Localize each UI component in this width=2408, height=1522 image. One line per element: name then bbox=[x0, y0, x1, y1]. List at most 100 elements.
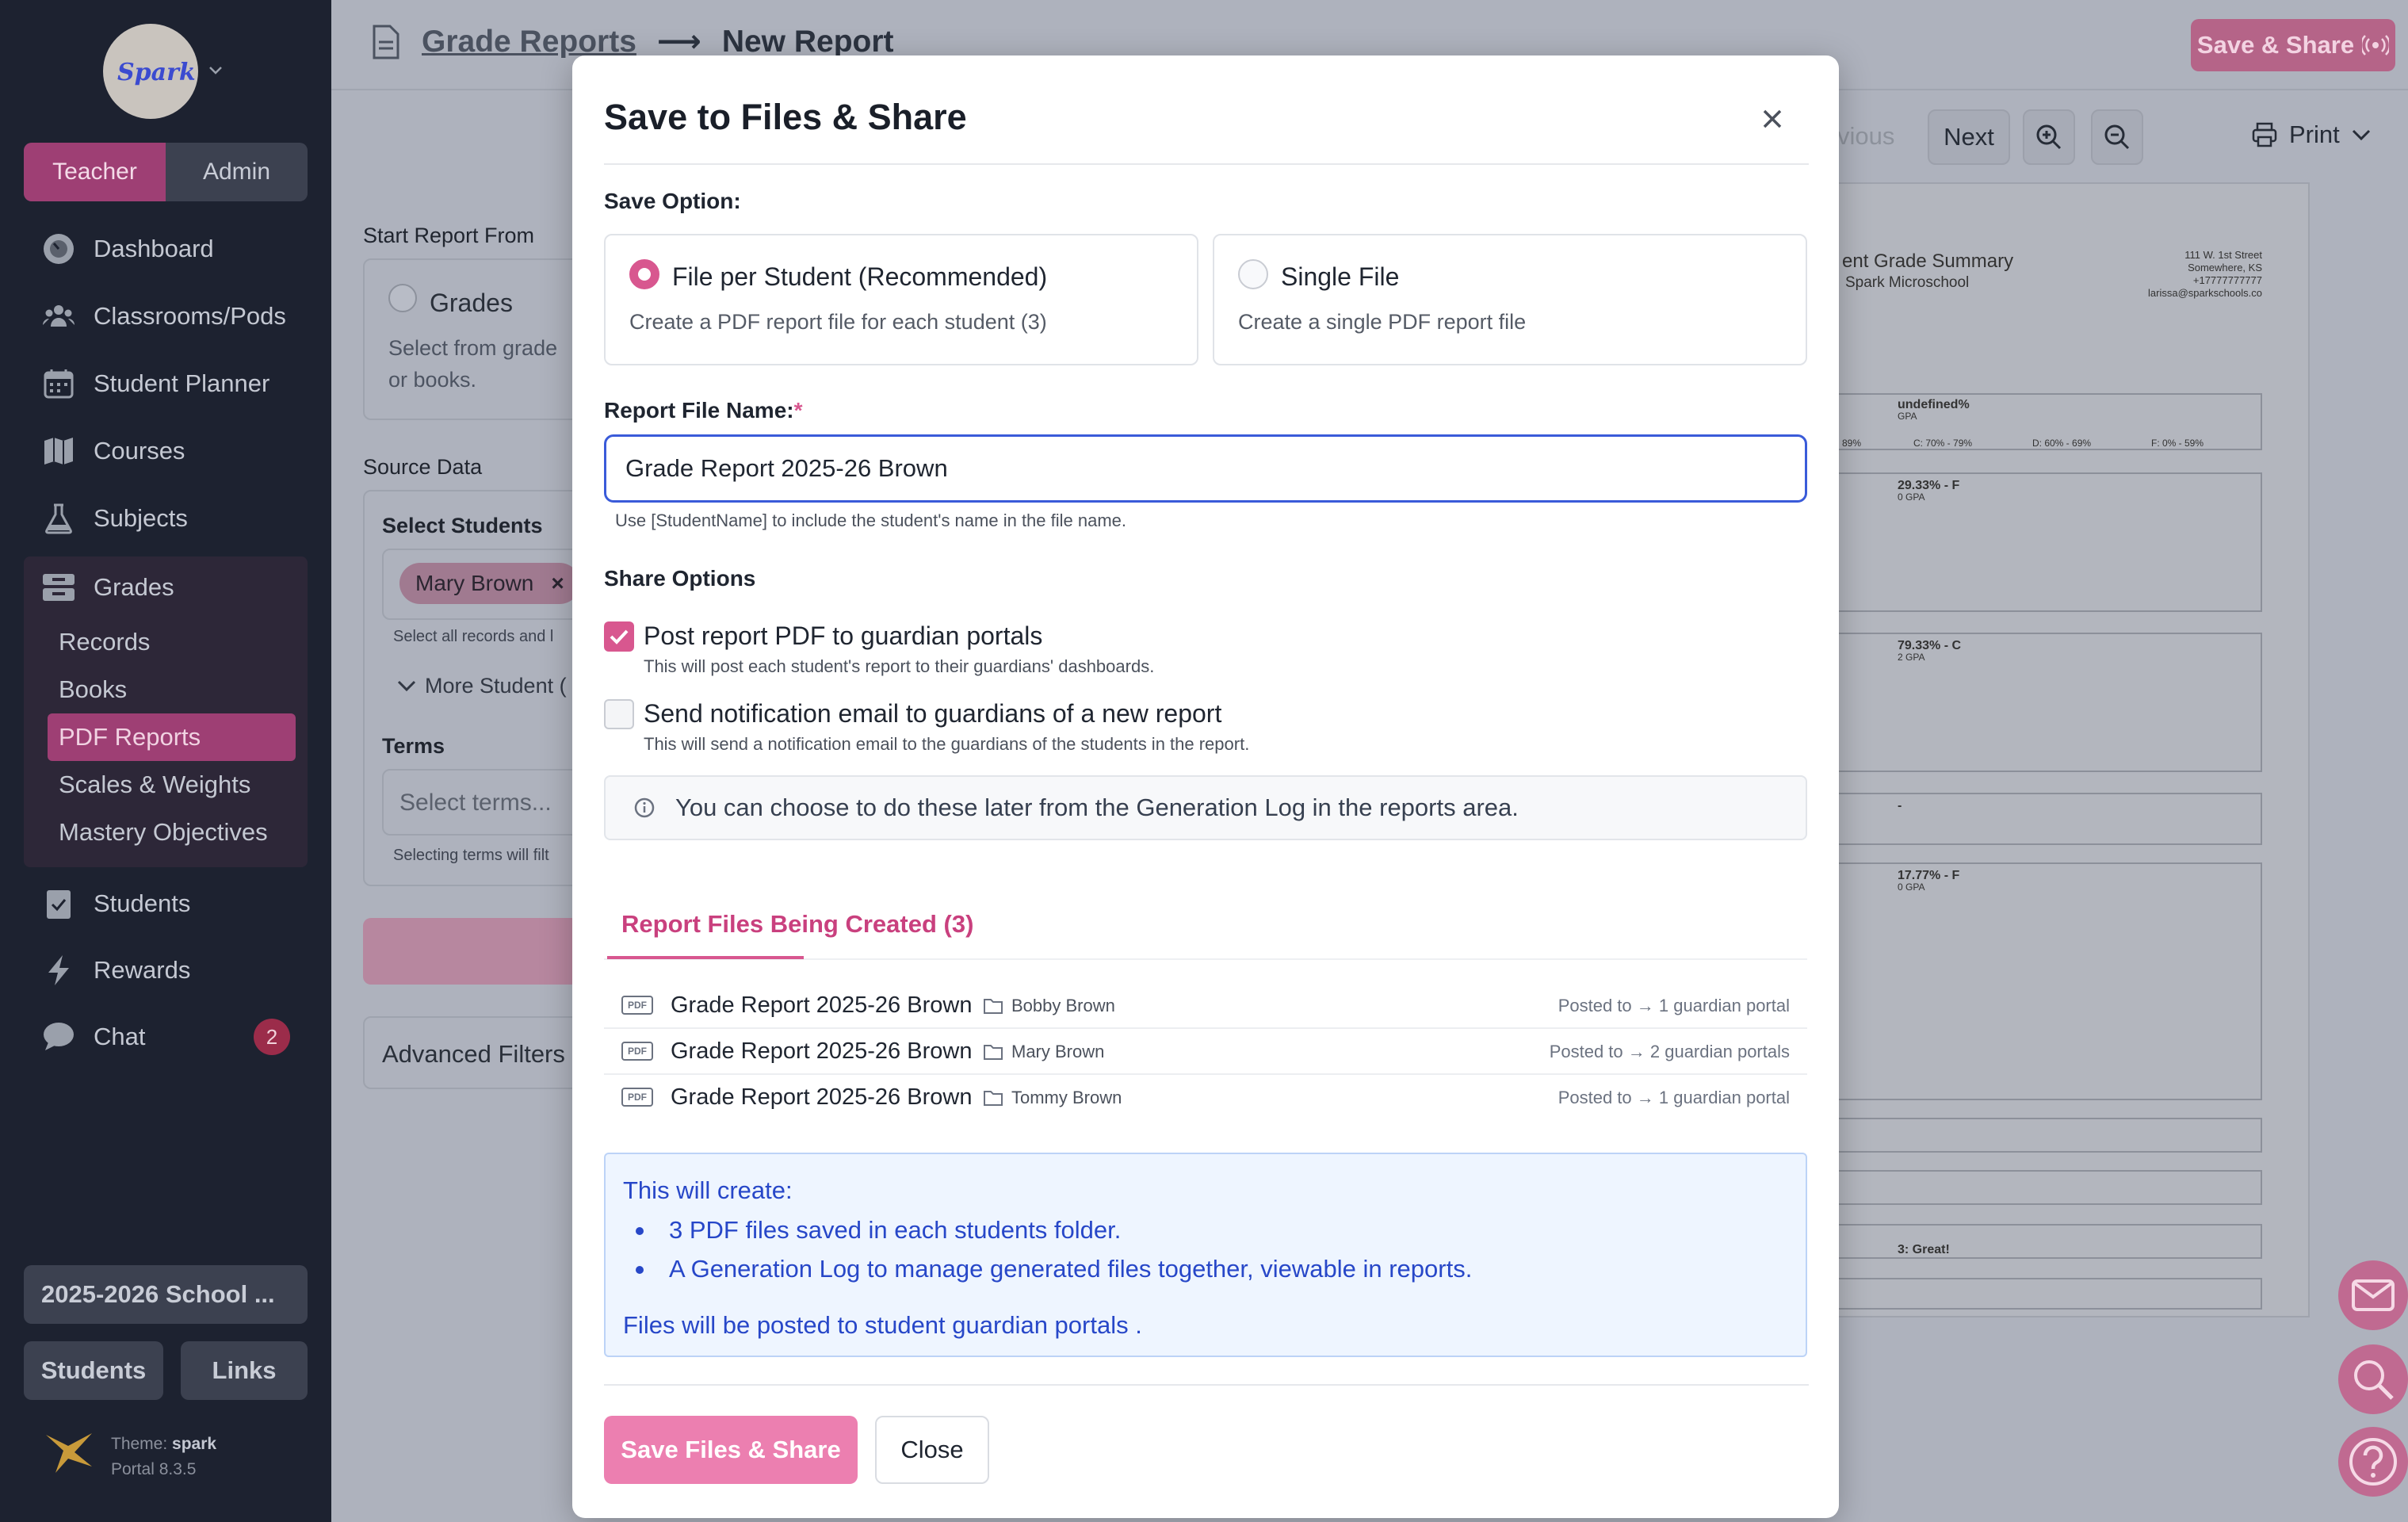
bullet-dot bbox=[636, 1227, 644, 1235]
school-year-selector[interactable]: 2025-2026 School ... bbox=[24, 1265, 308, 1324]
radio-file-per-student[interactable] bbox=[629, 259, 659, 289]
links-button[interactable]: Links bbox=[181, 1341, 308, 1400]
file-posted-status: Posted to → 1 guardian portal bbox=[1558, 1088, 1790, 1107]
nav-label: Grades bbox=[94, 573, 174, 601]
option-file-per-student[interactable]: File per Student (Recommended) Create a … bbox=[604, 234, 1198, 365]
grades-sub-scales-weights[interactable]: Scales & Weights bbox=[59, 771, 250, 799]
theme-name: spark bbox=[172, 1435, 217, 1453]
grades-option-desc-1: Select from grade bbox=[388, 336, 558, 360]
breadcrumb-current: New Report bbox=[721, 24, 894, 59]
students-button[interactable]: Students bbox=[24, 1341, 163, 1400]
nav-label: Subjects bbox=[94, 504, 188, 532]
option-single-file[interactable]: Single File Create a single PDF report f… bbox=[1213, 234, 1807, 365]
preview-address-line: larissa@sparkschools.co bbox=[2148, 287, 2262, 299]
file-row: PDF Grade Report 2025-26 Brown Tommy Bro… bbox=[604, 1075, 1807, 1121]
pdf-icon: PDF bbox=[621, 996, 653, 1015]
preview-scale: D: 60% - 69% bbox=[2032, 438, 2092, 449]
chevron-down-icon[interactable] bbox=[208, 62, 224, 78]
breadcrumb: Grade Reports ⟶ New Report bbox=[371, 24, 894, 59]
nav-dashboard[interactable]: Dashboard bbox=[41, 231, 214, 266]
save-files-share-button[interactable]: Save Files & Share bbox=[604, 1416, 858, 1484]
preview-title: ent Grade Summary bbox=[1842, 250, 2014, 272]
radio-single-file[interactable] bbox=[1238, 259, 1268, 289]
spark-theme-logo-icon bbox=[46, 1433, 92, 1473]
map-icon bbox=[41, 434, 76, 468]
top-save-share-button[interactable]: Save & Share bbox=[2191, 19, 2395, 71]
role-toggle: Teacher Admin bbox=[24, 143, 308, 201]
school-logo[interactable]: Spark bbox=[103, 24, 198, 119]
file-student: Tommy Brown bbox=[1011, 1088, 1122, 1107]
printer-icon bbox=[2252, 122, 2277, 147]
portal-version: Portal 8.3.5 bbox=[111, 1460, 197, 1478]
required-mark: * bbox=[793, 398, 803, 423]
preview-row bbox=[1837, 1278, 2262, 1310]
close-icon[interactable] bbox=[1756, 103, 1788, 135]
preview-school: Spark Microschool bbox=[1845, 274, 1970, 291]
print-label: Print bbox=[2289, 120, 2340, 148]
nav-grades[interactable]: Grades bbox=[41, 570, 174, 605]
preview-address-line: Somewhere, KS bbox=[2188, 262, 2262, 273]
select-students-label: Select Students bbox=[382, 514, 543, 537]
tab-report-files[interactable]: Report Files Being Created (3) bbox=[621, 910, 973, 939]
student-chip[interactable]: Mary Brown × bbox=[399, 563, 580, 604]
help-float-button[interactable] bbox=[2338, 1427, 2408, 1497]
bolt-icon bbox=[41, 953, 76, 988]
chip-remove-icon[interactable]: × bbox=[551, 571, 564, 596]
file-row: PDF Grade Report 2025-26 Brown Bobby Bro… bbox=[604, 983, 1807, 1029]
preview-row-pct: 3: Great! bbox=[1898, 1243, 1950, 1256]
next-button[interactable]: Next bbox=[1928, 109, 2010, 165]
search-icon bbox=[2354, 1360, 2394, 1400]
bullet-dot bbox=[636, 1266, 644, 1274]
option-file-per-student-desc: Create a PDF report file for each studen… bbox=[629, 310, 1047, 334]
theme-info: Theme: spark Portal 8.3.5 bbox=[111, 1432, 216, 1482]
nav-courses[interactable]: Courses bbox=[41, 434, 185, 468]
preview-row-gpa: 0 GPA bbox=[1898, 881, 1925, 893]
nav-chat[interactable]: Chat bbox=[41, 1019, 145, 1054]
notify-email-desc: This will send a notification email to t… bbox=[644, 734, 1250, 754]
print-menu[interactable]: Print bbox=[2251, 120, 2372, 149]
more-student-toggle[interactable]: More Student ( bbox=[396, 674, 567, 698]
notify-email-checkbox[interactable] bbox=[604, 699, 634, 729]
inbox-icon bbox=[41, 570, 76, 605]
check-icon bbox=[610, 629, 629, 644]
grades-option-label: Grades bbox=[430, 289, 513, 317]
grades-sub-pdf-reports[interactable]: PDF Reports bbox=[59, 723, 201, 751]
previous-button[interactable]: vious bbox=[1837, 122, 1894, 151]
grades-sub-books[interactable]: Books bbox=[59, 675, 127, 704]
nav-label: Students bbox=[94, 889, 191, 917]
grades-sub-records[interactable]: Records bbox=[59, 628, 150, 656]
nav-student-planner[interactable]: Student Planner bbox=[41, 366, 269, 401]
nav-classrooms[interactable]: Classrooms/Pods bbox=[41, 299, 286, 334]
role-admin-button[interactable]: Admin bbox=[166, 143, 308, 201]
zoom-out-button[interactable] bbox=[2091, 109, 2143, 165]
terms-hint: Selecting terms will filt bbox=[393, 847, 549, 864]
post-portal-label[interactable]: Post report PDF to guardian portals bbox=[644, 621, 1042, 651]
gauge-icon bbox=[41, 231, 76, 266]
close-button[interactable]: Close bbox=[875, 1416, 989, 1484]
nav-rewards[interactable]: Rewards bbox=[41, 953, 190, 988]
folder-icon bbox=[984, 1091, 1003, 1106]
nav-students[interactable]: Students bbox=[41, 886, 190, 921]
file-name: Grade Report 2025-26 Brown bbox=[671, 1038, 973, 1064]
notify-email-label[interactable]: Send notification email to guardians of … bbox=[644, 699, 1221, 728]
breadcrumb-grade-reports-link[interactable]: Grade Reports bbox=[422, 25, 636, 59]
info-icon bbox=[634, 797, 655, 818]
broadcast-icon bbox=[2362, 35, 2390, 55]
file-name-input[interactable]: Grade Report 2025-26 Brown bbox=[604, 434, 1807, 503]
zoom-in-button[interactable] bbox=[2023, 109, 2075, 165]
preview-address-line: +17777777777 bbox=[2192, 274, 2262, 286]
preview-scale: F: 0% - 59% bbox=[2151, 438, 2204, 449]
role-teacher-button[interactable]: Teacher bbox=[24, 143, 166, 201]
nav-label: Courses bbox=[94, 437, 185, 465]
post-portal-checkbox[interactable] bbox=[604, 621, 634, 652]
email-float-button[interactable] bbox=[2338, 1260, 2408, 1330]
nav-subjects[interactable]: Subjects bbox=[41, 501, 188, 536]
grades-sub-mastery-objectives[interactable]: Mastery Objectives bbox=[59, 818, 268, 847]
chevron-down-icon bbox=[397, 680, 416, 692]
search-float-button[interactable] bbox=[2338, 1344, 2408, 1414]
start-report-from-label: Start Report From bbox=[363, 224, 535, 247]
grades-radio[interactable] bbox=[388, 284, 417, 312]
chat-icon bbox=[41, 1019, 76, 1054]
generate-button-bg[interactable] bbox=[363, 918, 601, 985]
zoom-in-icon bbox=[2036, 124, 2062, 150]
